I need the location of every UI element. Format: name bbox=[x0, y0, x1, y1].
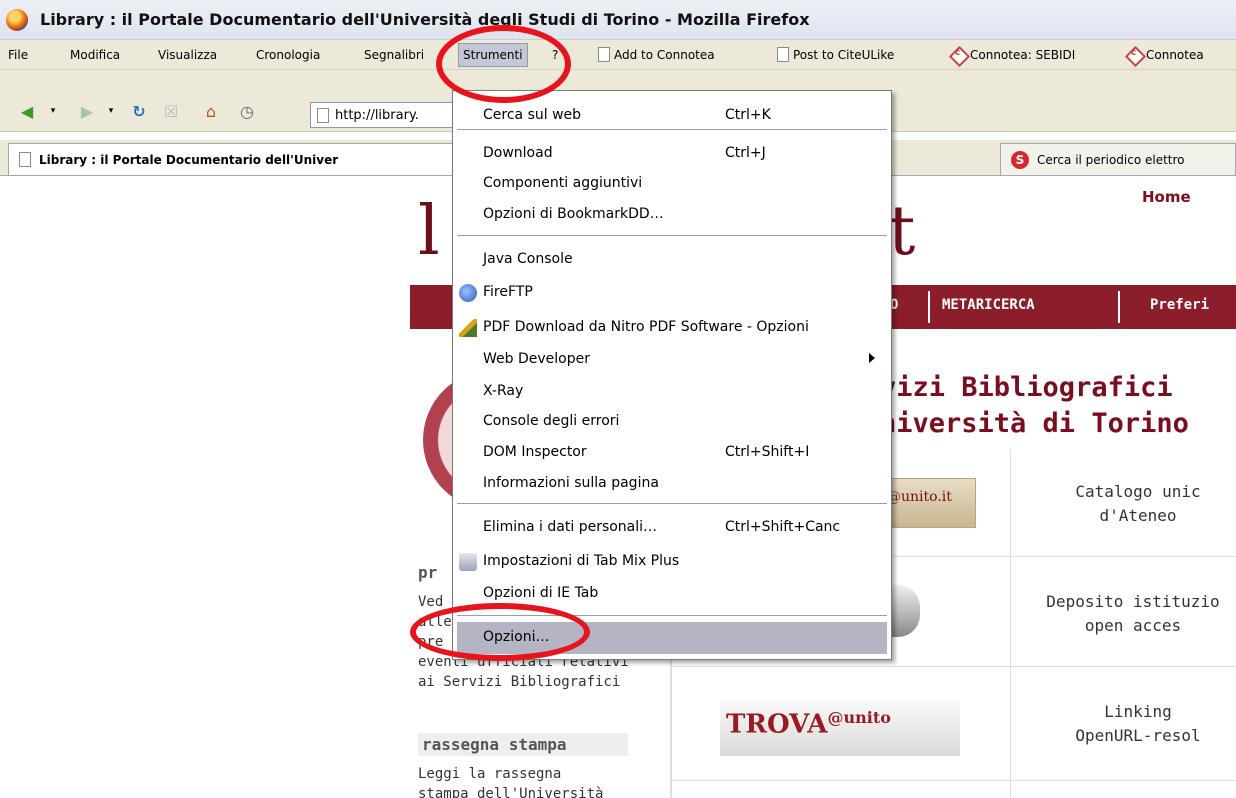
sidebar-heading: pr bbox=[418, 563, 438, 582]
menu-item-java-console[interactable]: Java Console bbox=[483, 251, 573, 267]
site-nav-metaricerca[interactable]: METARICERCA bbox=[942, 297, 1035, 313]
page-icon bbox=[598, 47, 610, 62]
grid-divider bbox=[670, 666, 1236, 667]
bookmark-label: Connotea bbox=[1146, 48, 1204, 62]
bookmark-label: Connotea: SEBIDI bbox=[970, 48, 1076, 62]
site-nav-preferiti[interactable]: Preferi bbox=[1150, 297, 1209, 313]
service-line: d'Ateneo bbox=[1099, 506, 1177, 525]
back-dropdown-icon[interactable]: ▾ bbox=[42, 100, 64, 122]
menu-item-informazioni-pagina[interactable]: Informazioni sulla pagina bbox=[483, 475, 659, 491]
menu-separator bbox=[457, 235, 887, 236]
service-line: Deposito istituzio bbox=[1046, 592, 1220, 611]
page-icon bbox=[19, 152, 31, 167]
reload-icon[interactable]: ↻ bbox=[128, 100, 150, 122]
tab-mix-plus-icon bbox=[459, 553, 477, 571]
bookmark-label: Add to Connotea bbox=[614, 47, 715, 62]
nav-separator bbox=[1118, 291, 1120, 323]
menu-cronologia[interactable]: Cronologia bbox=[256, 48, 320, 62]
menu-separator bbox=[457, 503, 887, 504]
bookmark-connotea-sebidi[interactable]: Connotea: SEBIDI bbox=[950, 47, 1075, 63]
nitro-pdf-icon bbox=[459, 319, 477, 337]
nav-separator bbox=[928, 291, 930, 323]
heading-line-1: vizi Bibliografici bbox=[880, 372, 1173, 403]
unito-catalog-logo[interactable]: @unito.it bbox=[880, 478, 976, 528]
menu-bar: File Modifica Visualizza Cronologia Segn… bbox=[0, 40, 1236, 70]
menu-segnalibri[interactable]: Segnalibri bbox=[364, 48, 424, 62]
menu-item-cerca-sul-web[interactable]: Cerca sul web bbox=[483, 107, 581, 123]
menu-item-download[interactable]: Download bbox=[483, 145, 553, 161]
strumenti-dropdown-menu: Cerca sul web Ctrl+K Download Ctrl+J Com… bbox=[452, 90, 892, 660]
tab-cerca-periodico[interactable]: S Cerca il periodico elettro bbox=[1000, 143, 1236, 175]
tab-library[interactable]: Library : il Portale Documentario dell'U… bbox=[8, 143, 468, 175]
sidebar-line: Leggi la rassegna bbox=[418, 766, 562, 782]
menu-item-fireftp[interactable]: FireFTP bbox=[483, 284, 533, 300]
menu-item-opzioni-ie-tab[interactable]: Opzioni di IE Tab bbox=[483, 585, 598, 601]
grid-divider bbox=[1010, 450, 1011, 798]
grid-divider bbox=[670, 780, 1236, 781]
trova-text: TROVA bbox=[726, 709, 828, 740]
sidebar-line: stampa dell'Università bbox=[418, 786, 604, 798]
menu-item-web-developer[interactable]: Web Developer bbox=[483, 351, 590, 367]
title-bar: Library : il Portale Documentario dell'U… bbox=[0, 0, 1236, 40]
shortcut: Ctrl+Shift+Canc bbox=[725, 519, 841, 535]
submenu-arrow-icon bbox=[869, 353, 875, 363]
sidebar-text: Leggi la rassegna stampa dell'Università bbox=[418, 764, 603, 798]
firefox-logo-icon bbox=[6, 9, 28, 31]
menu-item-tab-mix-plus[interactable]: Impostazioni di Tab Mix Plus bbox=[483, 553, 679, 569]
sidebar-line: ai Servizi Bibliografici bbox=[418, 674, 621, 690]
sidebar-heading-rassegna[interactable]: rassegna stampa bbox=[418, 733, 628, 756]
url-text: http://library. bbox=[335, 107, 419, 123]
bookmark-post-to-citeulike[interactable]: Post to CiteULike bbox=[777, 47, 894, 62]
trova-logo[interactable]: TROVA@unito bbox=[720, 700, 960, 756]
page-heading: vizi Bibliografici niversità di Torino bbox=[880, 370, 1189, 442]
heading-line-2: niversità di Torino bbox=[880, 408, 1189, 439]
menu-item-opzioni-bookmarkdd[interactable]: Opzioni di BookmarkDD… bbox=[483, 206, 664, 222]
back-arrow-icon[interactable]: ◀ bbox=[16, 100, 38, 122]
menu-separator bbox=[457, 129, 887, 130]
page-icon bbox=[777, 47, 789, 62]
site-logo-left: l bbox=[418, 192, 440, 271]
home-link[interactable]: Home bbox=[1142, 188, 1191, 206]
menu-item-componenti-aggiuntivi[interactable]: Componenti aggiuntivi bbox=[483, 175, 642, 191]
connotea-icon bbox=[1126, 47, 1142, 63]
annotation-circle-strumenti bbox=[436, 25, 571, 103]
shortcut: Ctrl+K bbox=[725, 107, 771, 123]
service-linking[interactable]: Linking OpenURL-resol bbox=[1040, 700, 1236, 748]
bookmark-connotea[interactable]: Connotea bbox=[1126, 47, 1204, 63]
connotea-icon bbox=[950, 47, 966, 63]
service-line: open acces bbox=[1084, 616, 1182, 635]
menu-file[interactable]: File bbox=[8, 48, 28, 62]
forward-arrow-icon[interactable]: ▶ bbox=[76, 100, 98, 122]
url-bar[interactable]: http://library. bbox=[310, 102, 460, 128]
site-logo-right: t bbox=[888, 192, 916, 271]
bookmark-label: Post to CiteULike bbox=[793, 47, 895, 62]
s-logo-icon: S bbox=[1011, 150, 1029, 169]
menu-item-dom-inspector[interactable]: DOM Inspector bbox=[483, 444, 587, 460]
bookmark-add-to-connotea[interactable]: Add to Connotea bbox=[598, 47, 715, 62]
service-line: Linking bbox=[1104, 702, 1172, 721]
service-catalogo[interactable]: Catalogo unic d'Ateneo bbox=[1040, 480, 1236, 528]
menu-modifica[interactable]: Modifica bbox=[70, 48, 120, 62]
tab-label: Library : il Portale Documentario dell'U… bbox=[39, 152, 339, 167]
fireftp-icon bbox=[459, 284, 477, 302]
shortcut: Ctrl+J bbox=[725, 145, 766, 161]
service-line: OpenURL-resol bbox=[1075, 726, 1201, 745]
service-line: Catalogo unic bbox=[1075, 482, 1201, 501]
menu-item-elimina-dati[interactable]: Elimina i dati personali… bbox=[483, 519, 657, 535]
home-icon[interactable]: ⌂ bbox=[200, 100, 222, 122]
page-icon bbox=[317, 107, 329, 123]
forward-dropdown-icon[interactable]: ▾ bbox=[100, 100, 122, 122]
menu-visualizza[interactable]: Visualizza bbox=[158, 48, 217, 62]
window-title: Library : il Portale Documentario dell'U… bbox=[40, 10, 810, 29]
menu-item-x-ray[interactable]: X-Ray bbox=[483, 383, 523, 399]
annotation-circle-opzioni bbox=[410, 603, 590, 661]
stop-icon[interactable]: ☒ bbox=[160, 100, 182, 122]
tab-label: Cerca il periodico elettro bbox=[1037, 152, 1185, 167]
menu-item-pdf-download[interactable]: PDF Download da Nitro PDF Software - Opz… bbox=[483, 319, 809, 335]
menu-item-console-errori[interactable]: Console degli errori bbox=[483, 413, 619, 429]
history-clock-icon[interactable]: ◷ bbox=[236, 100, 258, 122]
trova-superscript: @unito bbox=[827, 708, 891, 727]
shortcut: Ctrl+Shift+I bbox=[725, 444, 810, 460]
service-deposito[interactable]: Deposito istituzio open acces bbox=[1030, 590, 1236, 638]
